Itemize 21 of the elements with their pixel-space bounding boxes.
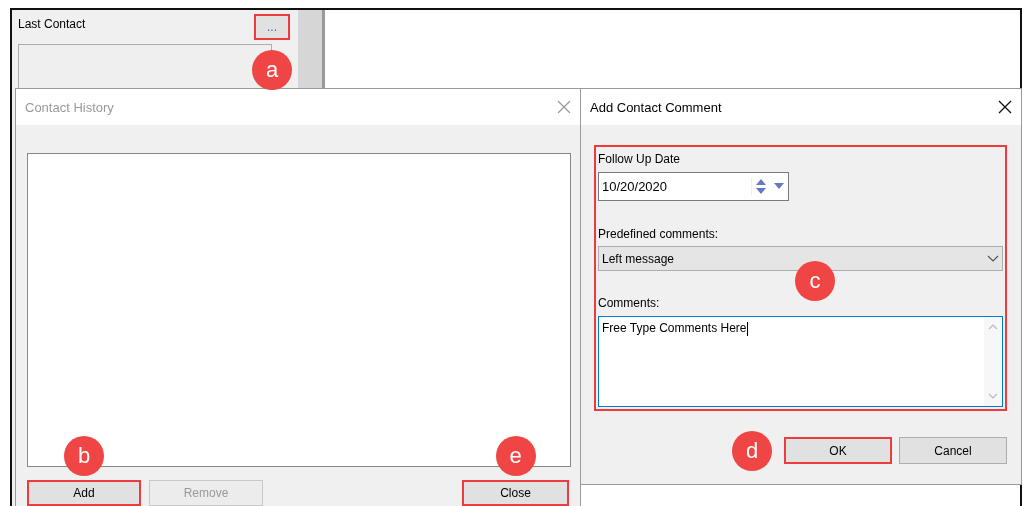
dialog-button[interactable]: Cancel [899, 437, 1007, 464]
spin-up-icon[interactable] [756, 178, 766, 185]
field-label: Follow Up Date [598, 151, 681, 167]
comment-dropdown[interactable]: Left message [598, 246, 1003, 271]
callout-badge: d [732, 430, 772, 471]
history-list[interactable] [27, 153, 571, 467]
chevron-down-icon [987, 254, 999, 263]
dropdown-arrow-icon[interactable] [774, 183, 784, 190]
window-title: Add Contact Comment [590, 99, 722, 115]
dialog-button[interactable]: Close [462, 480, 569, 506]
field-label: Comments: [598, 295, 660, 311]
dialog-button[interactable]: OK [784, 437, 892, 464]
dialog-button[interactable]: Add [27, 480, 141, 506]
close-icon[interactable] [998, 100, 1012, 114]
date-field[interactable]: 10/20/2020 [598, 172, 789, 201]
spin-down-icon[interactable] [756, 188, 766, 195]
window-title: Contact History [25, 99, 114, 115]
field-label: Predefined comments: [598, 226, 719, 242]
browse-button[interactable]: ... [254, 14, 290, 40]
field-label: Last Contact [18, 16, 86, 31]
callout-badge: c [795, 261, 835, 301]
